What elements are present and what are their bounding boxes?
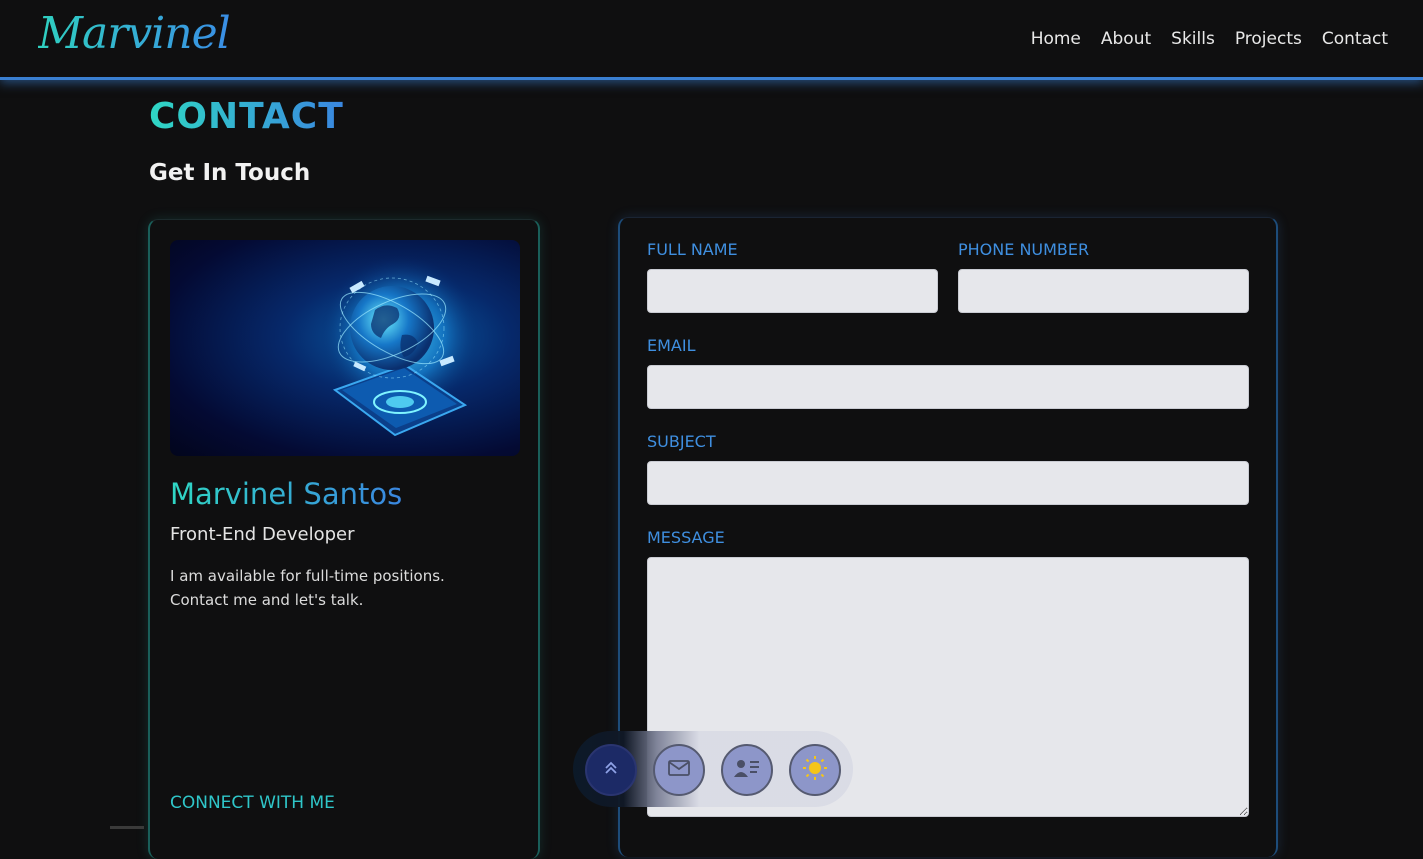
scroll-top-button[interactable] (585, 744, 637, 796)
section-subtitle: Get In Touch (149, 160, 311, 186)
nav-link-home[interactable]: Home (1031, 29, 1081, 49)
email-input[interactable] (647, 365, 1249, 409)
contact-card-icon (733, 757, 761, 783)
nav-link-contact[interactable]: Contact (1322, 29, 1388, 49)
section-title: CONTACT (149, 96, 344, 137)
phone-input[interactable] (958, 269, 1249, 313)
card-description: I am available for full-time positions. … (170, 564, 470, 612)
subject-input[interactable] (647, 461, 1249, 505)
mail-icon (667, 759, 691, 781)
nav-link-skills[interactable]: Skills (1171, 29, 1215, 49)
nav-link-about[interactable]: About (1101, 29, 1151, 49)
email-label: EMAIL (647, 336, 696, 355)
card-description-line2: Contact me and let's talk. (170, 591, 364, 609)
contact-card-button[interactable] (721, 744, 773, 796)
phone-label: PHONE NUMBER (958, 240, 1090, 259)
theme-toggle-button[interactable] (789, 744, 841, 796)
nav-links: Home About Skills Projects Contact (1031, 29, 1388, 49)
mail-button[interactable] (653, 744, 705, 796)
card-name: Marvinel Santos (170, 477, 403, 511)
globe-phone-illustration (170, 240, 520, 456)
subject-label: SUBJECT (647, 432, 716, 451)
sun-icon (802, 755, 828, 785)
full-name-input[interactable] (647, 269, 938, 313)
message-label: MESSAGE (647, 528, 725, 547)
double-chevron-up-icon (602, 759, 620, 781)
card-description-line1: I am available for full-time positions. (170, 567, 445, 585)
site-logo[interactable]: Marvinel (38, 8, 231, 59)
connect-heading: CONNECT WITH ME (170, 793, 335, 813)
contact-info-card: Marvinel Santos Front-End Developer I am… (148, 219, 540, 859)
nav-link-projects[interactable]: Projects (1235, 29, 1302, 49)
navbar: Marvinel Home About Skills Projects Cont… (0, 0, 1423, 80)
card-role: Front-End Developer (170, 524, 355, 545)
full-name-label: FULL NAME (647, 240, 738, 259)
